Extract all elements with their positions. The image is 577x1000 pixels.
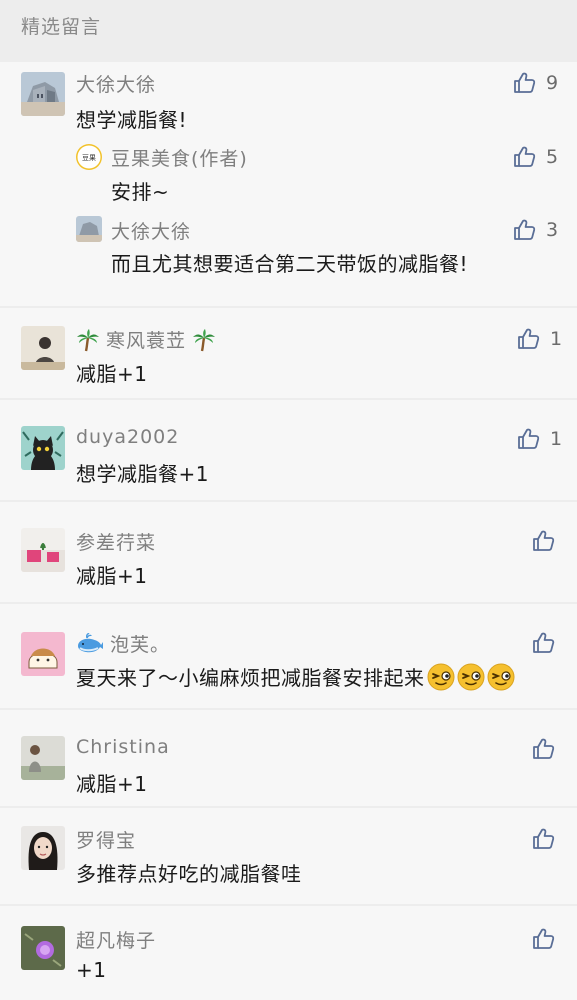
comment-text: +1: [76, 958, 107, 982]
avatar[interactable]: [21, 72, 65, 116]
avatar[interactable]: [21, 926, 65, 970]
palm-tree-icon: [192, 328, 216, 352]
comment-author[interactable]: Christina: [76, 736, 170, 758]
like-button[interactable]: 5: [512, 144, 558, 170]
comment-card: 超凡梅子 +1: [0, 906, 577, 1000]
section-title: 精选留言: [21, 16, 102, 38]
whale-icon: [76, 632, 104, 656]
like-button[interactable]: [531, 630, 557, 656]
reply-text: 安排~: [111, 180, 170, 204]
like-button[interactable]: 3: [512, 217, 558, 243]
comment-author[interactable]: 寒风蓑苙: [76, 326, 216, 353]
like-button[interactable]: [531, 926, 557, 952]
like-button[interactable]: [531, 528, 557, 554]
thumbs-up-icon: [531, 736, 557, 762]
comment-card: Christina 减脂+1: [0, 710, 577, 806]
like-button[interactable]: 9: [512, 70, 558, 96]
like-count: 3: [546, 219, 559, 241]
comment-card: 大徐大徐 9 想学减脂餐! 豆果 豆果美食(作者) 5 安排~ 大徐大徐 3 而…: [0, 62, 577, 306]
avatar[interactable]: [21, 426, 65, 470]
like-button[interactable]: 1: [516, 326, 562, 352]
comment-card: duya2002 1 想学减脂餐+1: [0, 400, 577, 500]
comment-author[interactable]: 超凡梅子: [76, 926, 156, 953]
squinting-face-emoji: [487, 663, 515, 691]
thumbs-up-icon: [531, 528, 557, 554]
comment-text: 多推荐点好吃的减脂餐哇: [76, 862, 302, 886]
squinting-face-emoji: [427, 663, 455, 691]
comment-text: 减脂+1: [76, 362, 148, 386]
thumbs-up-icon: [512, 70, 538, 96]
author-avatar[interactable]: 豆果: [76, 144, 102, 170]
like-count: 9: [546, 72, 559, 94]
comment-card: 罗得宝 多推荐点好吃的减脂餐哇: [0, 808, 577, 904]
thumbs-up-icon: [531, 826, 557, 852]
thumbs-up-icon: [512, 217, 538, 243]
like-button[interactable]: [531, 826, 557, 852]
comment-card: 泡芙。 夏天来了～小编麻烦把减脂餐安排起来: [0, 604, 577, 708]
comment-text: 想学减脂餐!: [76, 108, 188, 132]
reply-text: 而且尤其想要适合第二天带饭的减脂餐!: [111, 252, 469, 276]
like-count: 5: [546, 146, 559, 168]
comment-card: 参差荇菜 减脂+1: [0, 502, 577, 602]
avatar[interactable]: [21, 736, 65, 780]
avatar[interactable]: [21, 632, 65, 676]
avatar[interactable]: [21, 528, 65, 572]
author-name: 泡芙。: [110, 634, 171, 656]
reply-author[interactable]: 大徐大徐: [111, 217, 191, 244]
avatar-label: 豆果: [82, 154, 96, 162]
comment-author[interactable]: 参差荇菜: [76, 528, 156, 555]
comment-card: 寒风蓑苙 1 减脂+1: [0, 308, 577, 398]
like-button[interactable]: 1: [516, 426, 562, 452]
comment-text: 减脂+1: [76, 772, 148, 796]
comment-text: 想学减脂餐+1: [76, 462, 209, 486]
like-count: 1: [550, 428, 563, 450]
comment-author[interactable]: 罗得宝: [76, 826, 136, 853]
avatar[interactable]: [76, 216, 102, 242]
avatar[interactable]: [21, 326, 65, 370]
thumbs-up-icon: [516, 326, 542, 352]
thumbs-up-icon: [531, 630, 557, 656]
comment-text: 夏天来了～小编麻烦把减脂餐安排起来: [76, 662, 515, 691]
comment-text-content: 夏天来了～小编麻烦把减脂餐安排起来: [76, 666, 425, 690]
thumbs-up-icon: [531, 926, 557, 952]
comment-text: 减脂+1: [76, 564, 148, 588]
squinting-face-emoji: [457, 663, 485, 691]
like-count: 1: [550, 328, 563, 350]
thumbs-up-icon: [512, 144, 538, 170]
reply-author[interactable]: 豆果美食(作者): [111, 144, 248, 171]
like-button[interactable]: [531, 736, 557, 762]
author-name: 寒风蓑苙: [106, 330, 187, 352]
avatar[interactable]: [21, 826, 65, 870]
thumbs-up-icon: [516, 426, 542, 452]
comment-author[interactable]: 泡芙。: [76, 630, 170, 657]
palm-tree-icon: [76, 328, 100, 352]
comment-author[interactable]: duya2002: [76, 426, 179, 448]
comment-author[interactable]: 大徐大徐: [76, 70, 156, 97]
